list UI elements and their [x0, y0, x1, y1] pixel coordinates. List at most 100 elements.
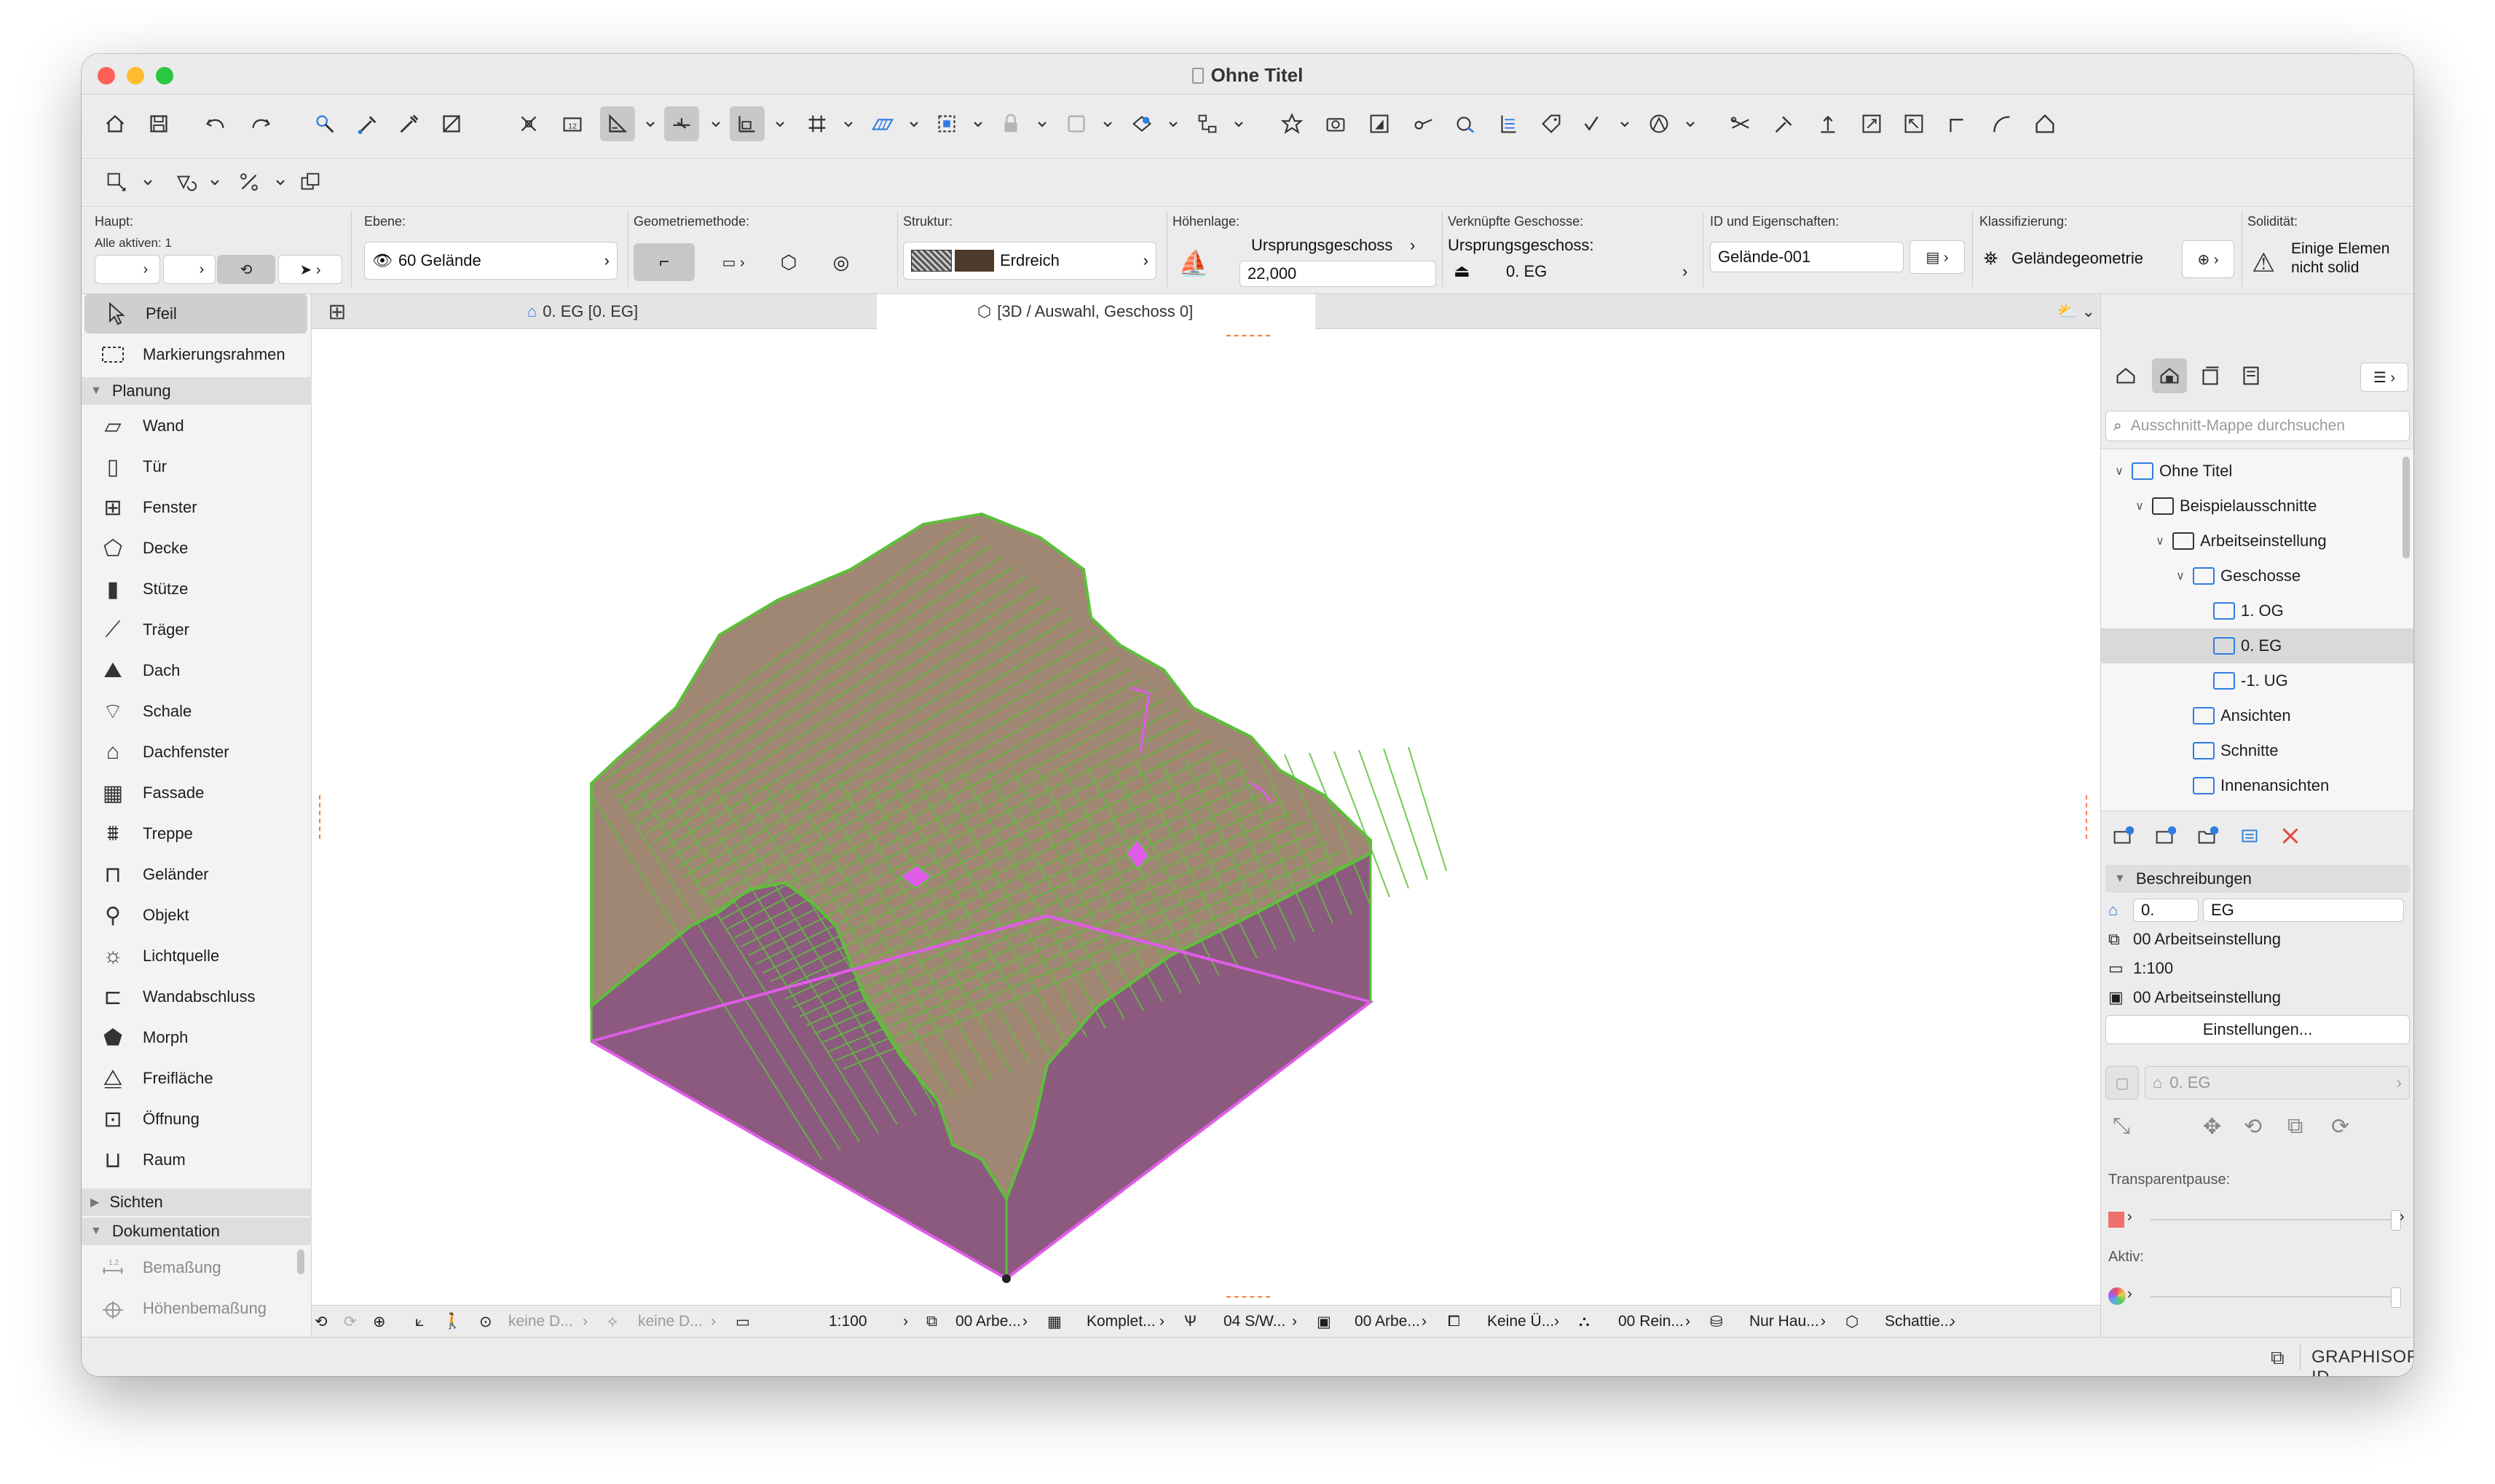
renovation-filter[interactable]: 00 Rein... [1618, 1306, 1684, 1338]
find-select-icon[interactable] [307, 106, 342, 141]
magnet-button[interactable]: ⟲ [217, 255, 275, 284]
graphisoft-id-link[interactable]: GRAPHISOFT ID [2311, 1347, 2413, 1376]
chevron-down-icon[interactable]: ∨ [2152, 534, 2168, 548]
layout-book-icon[interactable] [2193, 358, 2228, 393]
curve-icon[interactable] [1984, 106, 2019, 141]
chevron-down-icon[interactable]: ∨ [2132, 499, 2148, 513]
tool-railing[interactable]: ⊓ Geländer [82, 855, 312, 894]
clone-view-icon[interactable] [2148, 818, 2183, 853]
orbit-icon[interactable]: ⟀ [415, 1306, 425, 1338]
chevron-right-icon[interactable]: › [1410, 236, 1415, 255]
tool-markierungsrahmen[interactable]: Markierungsrahmen [82, 335, 312, 374]
layer-toggle-button[interactable]: ▢ [2105, 1066, 2139, 1100]
refresh-icon[interactable]: ⟳ [2331, 1114, 2349, 1140]
tree-item-story[interactable]: 1. OG [2101, 593, 2413, 628]
tool-skylight[interactable]: ⌂ Dachfenster [82, 733, 312, 772]
shape-icon[interactable] [1641, 106, 1676, 141]
dimension-style-icon[interactable]: ▣ [1317, 1306, 1331, 1338]
layer-combination[interactable]: 00 Arbe... [955, 1306, 1021, 1338]
renovation-icon[interactable]: ⛬ [1579, 1306, 1590, 1338]
tool-lamp[interactable]: ☼ Lichtquelle [82, 936, 312, 976]
navigator-search-input[interactable]: ⌕ Ausschnitt-Mappe durchsuchen [2105, 411, 2410, 441]
tree-item-folder[interactable]: ∨ Arbeitseinstellung [2101, 524, 2413, 559]
rectangle-method-button[interactable]: ▭ › [706, 243, 760, 281]
chevron-down-icon[interactable] [1036, 117, 1049, 131]
tool-wall[interactable]: ▱ Wand [82, 406, 312, 446]
properties-button[interactable]: ▤ › [1909, 240, 1965, 274]
3d-viewport[interactable] [312, 329, 2100, 1305]
toolbox-scrollbar[interactable] [297, 1250, 304, 1274]
arrow-tool-button[interactable]: ➤ › [278, 255, 342, 284]
tree-item-story[interactable]: -1. UG [2101, 663, 2413, 698]
snap-guides-icon[interactable] [600, 106, 635, 141]
settings-button[interactable]: Einstellungen... [2105, 1015, 2410, 1044]
check-icon[interactable] [1576, 106, 1611, 141]
redo-icon[interactable] [243, 106, 278, 141]
box-method-button[interactable]: ⬡ [766, 243, 811, 281]
tab-overview-button[interactable]: ⊞ [312, 294, 363, 329]
tool-column[interactable]: ▮ Stütze [82, 569, 312, 609]
eyedropper-icon[interactable] [350, 106, 385, 141]
move-icon[interactable]: ✥ [2203, 1114, 2221, 1140]
chevron-down-icon[interactable] [1618, 117, 1631, 131]
group-dokumentation[interactable]: ▼ Dokumentation [82, 1217, 312, 1245]
project-map-icon[interactable] [2108, 358, 2143, 393]
navigation-back-icon[interactable]: ⟲ [315, 1306, 328, 1338]
undo-icon[interactable] [198, 106, 233, 141]
grid-snap-icon[interactable] [730, 106, 765, 141]
chevron-down-icon[interactable] [971, 117, 985, 131]
marquee-icon[interactable] [929, 106, 964, 141]
tool-stair[interactable]: ⩩ Treppe [82, 814, 312, 853]
navigation-forward-icon[interactable]: ⟳ [344, 1306, 357, 1338]
pen-set[interactable]: 04 S/W... [1223, 1306, 1285, 1338]
view-map-icon[interactable] [2152, 358, 2187, 393]
offset-icon[interactable] [1896, 106, 1931, 141]
geometry-method-active-button[interactable]: ⌐ [634, 243, 695, 281]
panels-icon[interactable]: ⧉ [2271, 1346, 2285, 1370]
chevron-down-icon[interactable] [274, 175, 287, 189]
rotate-icon[interactable]: ⟲ [2244, 1114, 2262, 1140]
height-input[interactable]: 22,000 [1239, 261, 1436, 287]
chevron-down-icon[interactable] [208, 175, 221, 189]
model-view-option[interactable]: Komplet... [1087, 1306, 1156, 1338]
zoom-fit-icon[interactable]: ⊙ [479, 1306, 492, 1338]
chevron-right-icon[interactable]: › [1682, 262, 1687, 281]
home-icon[interactable] [98, 106, 133, 141]
hotlink-icon[interactable] [1448, 106, 1483, 141]
solid-ops-icon[interactable] [1124, 106, 1159, 141]
tool-zone[interactable]: ⊔ Raum [82, 1140, 312, 1180]
status-undo-2[interactable]: keine D... [638, 1306, 703, 1338]
favorites-star-icon[interactable] [1274, 106, 1309, 141]
navigator-menu-button[interactable]: ☰ › [2360, 363, 2408, 392]
chevron-down-icon[interactable]: ∨ [2172, 569, 2188, 583]
classification-button[interactable]: ⊕ › [2182, 240, 2234, 278]
tree-item-project[interactable]: ∨ Ohne Titel [2101, 454, 2413, 489]
tool-roof[interactable]: ⛰ Dach [82, 651, 312, 690]
tool-bemassung[interactable]: 1.2 Bemaßung [82, 1248, 312, 1287]
publisher-icon[interactable] [2234, 358, 2269, 393]
key-icon[interactable] [1406, 106, 1440, 141]
chevron-right-icon[interactable]: › [903, 1306, 908, 1338]
chevron-right-icon[interactable]: › [1422, 1306, 1427, 1338]
scale-value[interactable]: 1:100 [829, 1306, 867, 1338]
tool-hoehenbemassung[interactable]: Höhenbemaßung [82, 1289, 312, 1328]
split-icon[interactable] [1723, 106, 1758, 141]
chevron-down-icon[interactable] [1684, 117, 1697, 131]
chevron-right-icon[interactable]: › [1950, 1306, 1955, 1338]
tool-opening[interactable]: ⊡ Öffnung [82, 1100, 312, 1139]
active-slider[interactable]: › [2105, 1282, 2410, 1311]
trace-icon[interactable] [511, 106, 546, 141]
tree-item-interior[interactable]: Innenansichten [2101, 768, 2413, 803]
move-icon[interactable] [99, 165, 134, 200]
group-planung[interactable]: ▼ Planung [82, 377, 312, 405]
tab-floor-plan[interactable]: ⌂ 0. EG [0. EG] [363, 294, 814, 329]
new-folder-icon[interactable] [2190, 818, 2225, 853]
tool-pfeil[interactable]: Pfeil [84, 294, 307, 333]
tool-shell[interactable]: ⌔ Schale [82, 692, 312, 731]
chevron-right-icon[interactable]: › [711, 1306, 716, 1338]
resize-icon[interactable]: ⤡ [2113, 1114, 2130, 1139]
chevron-down-icon[interactable] [773, 117, 787, 131]
chevron-down-icon[interactable] [141, 175, 154, 189]
magic-wand-icon[interactable] [434, 106, 469, 141]
status-undo-1[interactable]: keine D... [508, 1306, 573, 1338]
